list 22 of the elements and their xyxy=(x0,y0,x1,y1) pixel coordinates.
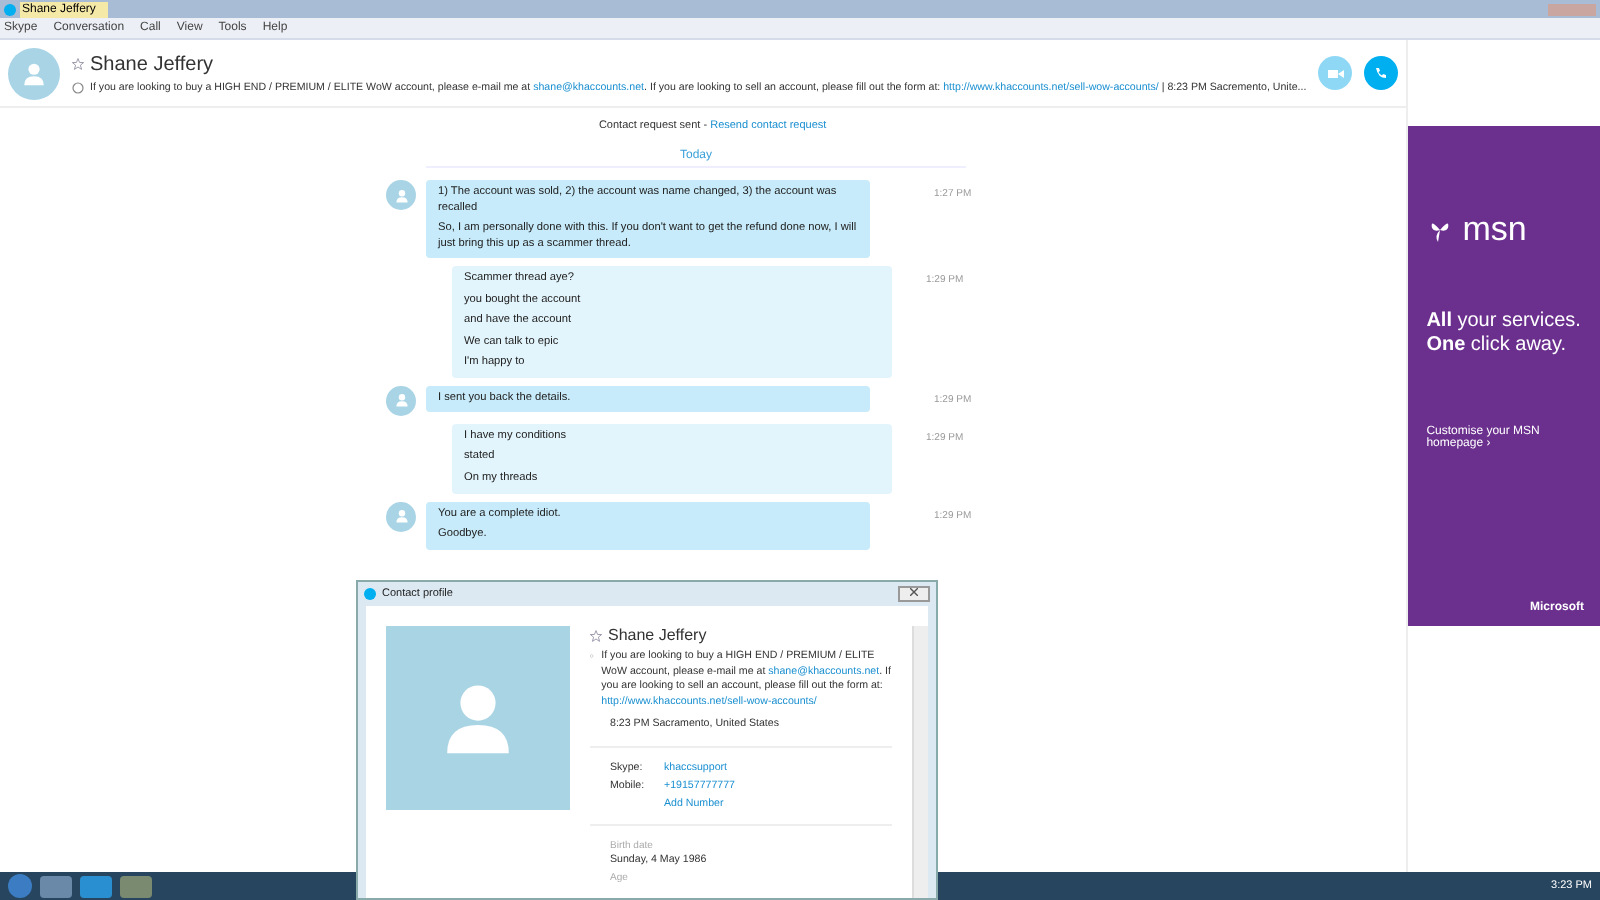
close-button[interactable] xyxy=(898,586,930,602)
profile-name: Shane Jeffery xyxy=(608,626,707,644)
taskbar-icon[interactable] xyxy=(120,875,152,897)
start-button[interactable] xyxy=(8,874,32,898)
person-icon xyxy=(393,508,409,525)
taskbar-icon[interactable] xyxy=(40,875,72,897)
ad-headline: One click away. xyxy=(1426,334,1569,358)
star-icon[interactable] xyxy=(590,629,602,641)
scrollbar[interactable] xyxy=(911,626,928,898)
contact-name: Shane Jeffery xyxy=(90,53,214,75)
person-icon xyxy=(20,59,48,87)
call-button[interactable] xyxy=(1364,56,1399,90)
video-camera-icon xyxy=(1327,67,1344,79)
person-icon xyxy=(393,392,409,409)
ad-headline: All your services. xyxy=(1426,310,1583,334)
phone-icon xyxy=(1374,66,1389,80)
taskbar-icon[interactable] xyxy=(80,875,112,897)
person-icon xyxy=(393,187,409,203)
ad-brand: msn xyxy=(1462,210,1527,250)
close-icon xyxy=(910,588,918,596)
video-call-button[interactable] xyxy=(1318,56,1353,90)
star-icon[interactable] xyxy=(72,58,84,70)
